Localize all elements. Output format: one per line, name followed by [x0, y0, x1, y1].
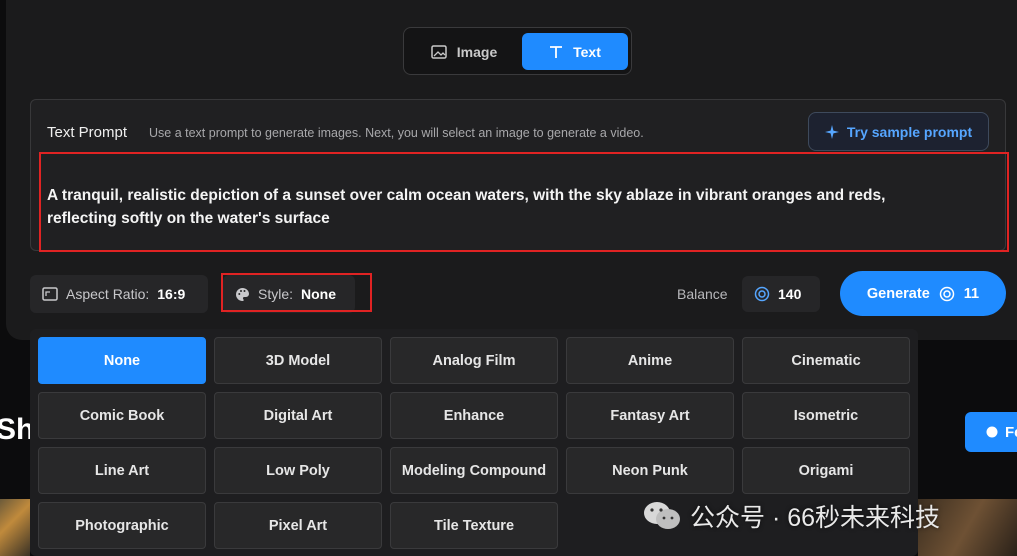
style-option[interactable]: Cinematic	[742, 337, 910, 384]
background-button-label: Fe	[1005, 423, 1017, 441]
mode-toggle: Image Text	[403, 27, 632, 75]
style-option[interactable]: None	[38, 337, 206, 384]
aspect-ratio-value: 16:9	[157, 286, 186, 302]
tab-image[interactable]: Image	[410, 33, 518, 70]
try-sample-prompt-button[interactable]: Try sample prompt	[808, 112, 989, 151]
prompt-hint: Use a text prompt to generate images. Ne…	[149, 126, 644, 140]
tab-image-label: Image	[456, 43, 498, 60]
style-value: None	[301, 286, 337, 302]
balance-display: 140	[742, 276, 820, 312]
credit-icon	[754, 286, 770, 302]
try-sample-prompt-label: Try sample prompt	[846, 123, 973, 140]
style-option[interactable]: Fantasy Art	[566, 392, 734, 439]
gear-icon	[986, 426, 998, 438]
style-option[interactable]: Low Poly	[214, 447, 382, 494]
style-option[interactable]: Anime	[566, 337, 734, 384]
gallery-thumbnail[interactable]	[0, 499, 30, 556]
aspect-ratio-label: Aspect Ratio:	[66, 286, 150, 302]
style-option[interactable]: 3D Model	[214, 337, 382, 384]
text-icon	[550, 45, 563, 58]
sparkle-icon	[824, 124, 839, 139]
style-option[interactable]: Comic Book	[38, 392, 206, 439]
watermark-text: 公众号 · 66秒未来科技	[690, 504, 941, 532]
image-icon	[431, 44, 447, 59]
credit-icon	[939, 286, 955, 301]
watermark: 公众号 · 66秒未来科技	[642, 498, 940, 534]
style-option[interactable]: Analog Film	[390, 337, 558, 384]
tab-text-label: Text	[573, 43, 601, 60]
tab-text[interactable]: Text	[522, 33, 628, 70]
prompt-input[interactable]: A tranquil, realistic depiction of a sun…	[47, 184, 947, 230]
style-option[interactable]: Isometric	[742, 392, 910, 439]
background-button[interactable]: Fe	[965, 412, 1017, 452]
generate-label: Generate	[866, 285, 930, 302]
style-option[interactable]: Photographic	[38, 502, 206, 549]
generate-cost: 11	[963, 285, 980, 302]
style-option[interactable]: Line Art	[38, 447, 206, 494]
aspect-ratio-selector[interactable]: Aspect Ratio: 16:9	[30, 275, 208, 313]
style-selector[interactable]: Style: None	[223, 275, 355, 313]
style-option[interactable]: Enhance	[390, 392, 558, 439]
style-option[interactable]: Tile Texture	[390, 502, 558, 549]
style-option[interactable]: Pixel Art	[214, 502, 382, 549]
balance-label: Balance	[677, 286, 728, 302]
style-option[interactable]: Origami	[742, 447, 910, 494]
style-option[interactable]: Digital Art	[214, 392, 382, 439]
balance-value: 140	[778, 286, 802, 302]
wechat-icon	[644, 502, 680, 529]
aspect-icon	[42, 287, 58, 301]
text-prompt-box: Text Prompt Use a text prompt to generat…	[30, 99, 1006, 251]
style-label: Style:	[258, 286, 294, 302]
prompt-title: Text Prompt	[47, 124, 128, 141]
generate-button[interactable]: Generate 11	[840, 271, 1006, 316]
style-option[interactable]: Modeling Compound	[390, 447, 558, 494]
palette-icon	[236, 287, 249, 301]
style-option[interactable]: Neon Punk	[566, 447, 734, 494]
